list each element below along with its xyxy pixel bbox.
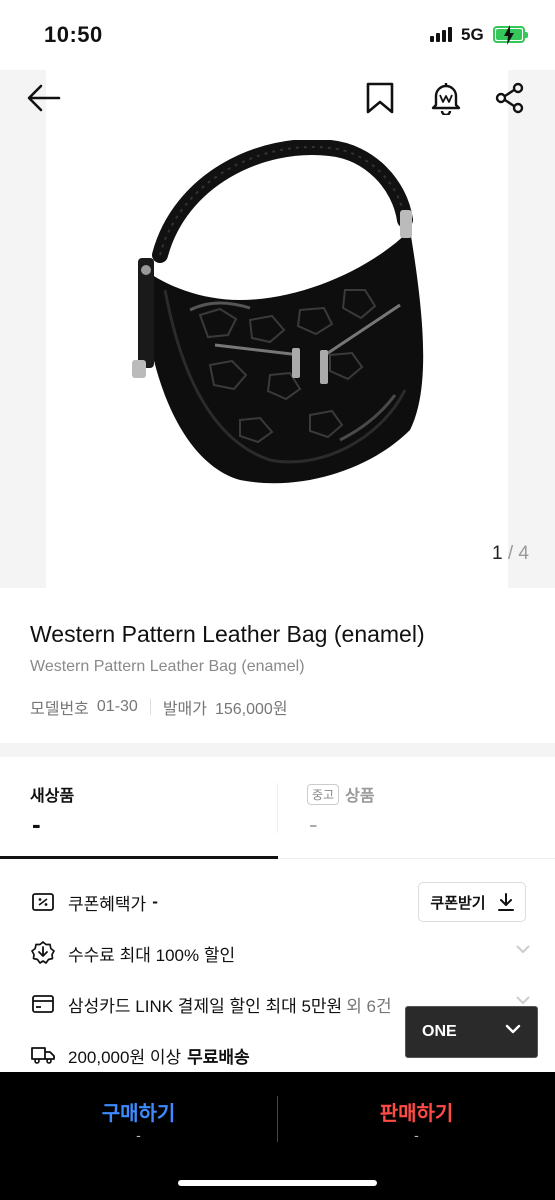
pager-current: 1 xyxy=(492,543,503,564)
fee-discount-text: 수수료 최대 100% 할인 xyxy=(68,945,236,965)
status-time: 10:50 xyxy=(44,22,103,47)
share-button[interactable] xyxy=(490,78,530,118)
price-alert-button[interactable] xyxy=(426,78,466,118)
home-indicator[interactable] xyxy=(178,1180,377,1186)
bell-icon xyxy=(431,83,461,115)
release-price-label: 발매가 xyxy=(162,701,207,718)
sell-button[interactable]: 판매하기 - xyxy=(278,1072,555,1158)
condition-tabs: 새상품 - 중고 상품 - xyxy=(0,757,555,859)
model-label: 모델번호 xyxy=(30,701,89,718)
size-selector[interactable]: ONE xyxy=(405,1006,538,1058)
truck-icon xyxy=(30,1042,56,1068)
tab-used-label-group: 중고 상품 xyxy=(307,782,375,806)
buy-label: 구매하기 xyxy=(101,1103,176,1125)
product-image xyxy=(132,140,424,484)
get-coupon-label: 쿠폰받기 xyxy=(430,894,486,912)
coupon-price-value: - xyxy=(152,892,158,911)
buy-button[interactable]: 구매하기 - xyxy=(0,1072,277,1158)
arrow-left-icon xyxy=(27,84,61,112)
share-icon xyxy=(495,82,524,114)
get-coupon-button[interactable]: 쿠폰받기 xyxy=(418,882,526,922)
status-bar: 10:50 5G xyxy=(0,0,555,70)
download-icon xyxy=(497,893,514,911)
product-subtitle: Western Pattern Leather Bag (enamel) xyxy=(30,658,305,675)
product-title: Western Pattern Leather Bag (enamel) xyxy=(30,621,425,647)
sell-price: - xyxy=(414,1127,419,1143)
used-badge: 중고 xyxy=(307,783,340,805)
free-shipping-label: 무료배송 xyxy=(187,1047,250,1067)
charging-icon xyxy=(504,25,514,45)
tab-new[interactable]: 새상품 - xyxy=(0,757,277,859)
product-meta: 모델번호 01-30 발매가 156,000원 xyxy=(30,695,288,719)
chevron-down-icon xyxy=(505,1024,521,1034)
credit-card-icon xyxy=(30,991,56,1017)
coupon-icon xyxy=(30,889,56,915)
tab-new-label: 새상품 xyxy=(30,788,75,805)
bookmark-icon xyxy=(366,82,394,114)
gallery-pager: 1 / 4 xyxy=(492,543,529,565)
buy-price: - xyxy=(136,1127,141,1143)
top-navigation xyxy=(0,78,555,122)
shipping-threshold: 200,000원 이상 xyxy=(68,1047,182,1067)
pager-total: 4 xyxy=(518,543,529,564)
active-tab-indicator xyxy=(0,856,278,859)
card-discount-more: 외 6건 xyxy=(346,996,392,1016)
release-price-value: 156,000원 xyxy=(214,701,288,718)
section-divider xyxy=(0,743,555,757)
product-info: Western Pattern Leather Bag (enamel) Wes… xyxy=(0,588,555,743)
tab-used[interactable]: 중고 상품 - xyxy=(277,757,554,859)
chevron-down-icon xyxy=(516,996,530,1005)
discount-icon xyxy=(30,940,56,966)
tab-used-price: - xyxy=(309,809,318,839)
coupon-price-label: 쿠폰혜택가 xyxy=(68,894,147,914)
bookmark-button[interactable] xyxy=(360,78,400,118)
meta-divider xyxy=(149,699,151,715)
card-discount-text: 삼성카드 LINK 결제일 할인 최대 5만원 xyxy=(68,996,343,1016)
signal-icon xyxy=(430,27,452,42)
pager-separator: / xyxy=(507,543,514,564)
model-value: 01-30 xyxy=(96,698,138,715)
size-selector-value: ONE xyxy=(422,1023,457,1040)
tab-used-label: 상품 xyxy=(345,788,375,805)
chevron-down-icon xyxy=(516,945,530,954)
network-type: 5G xyxy=(461,25,484,44)
back-button[interactable] xyxy=(24,78,64,118)
sell-label: 판매하기 xyxy=(379,1103,454,1125)
fee-discount-row[interactable]: 수수료 최대 100% 할인 xyxy=(30,933,530,973)
tab-new-price: - xyxy=(32,809,41,839)
